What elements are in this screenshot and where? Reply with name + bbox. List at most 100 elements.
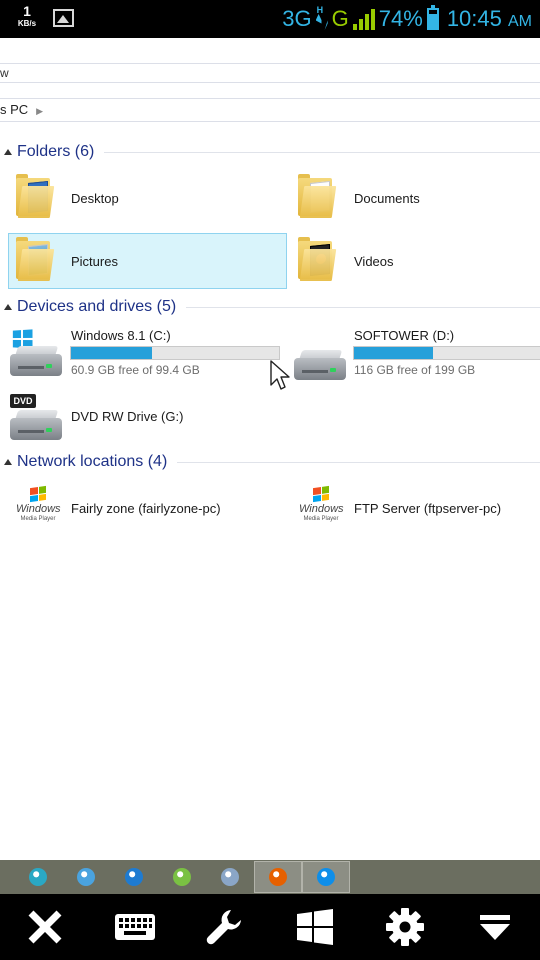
network-sub: H [316,5,324,15]
folder-label: Pictures [71,253,118,269]
wmp-logo-text: Windows [299,503,344,515]
breadcrumb-chevron-icon[interactable]: ▶ [36,106,43,116]
folder-label: Documents [354,190,420,206]
collapse-arrow-icon[interactable] [4,149,12,155]
compass-icon [221,868,239,886]
network-label: Fairly zone (fairlyzone-pc) [71,500,221,516]
windows-logo-icon [297,909,333,945]
drive-item-g[interactable]: DVD DVD RW Drive (G:) [8,388,286,444]
wmp-logo-sub: Media Player [303,516,339,522]
network-alt: G [331,6,349,31]
taskbar-firefox[interactable] [254,861,302,893]
folder-item-pictures[interactable]: Pictures [8,233,287,289]
taskbar-teamviewer[interactable] [302,861,350,893]
teamviewer-icon [317,868,335,886]
collapse-arrow-icon[interactable] [4,304,12,310]
folder-item-videos[interactable]: Videos [290,233,540,289]
wrench-icon [206,910,241,945]
address-bar[interactable]: s PC ▶ [0,98,540,122]
firefox-icon [269,868,287,886]
file-explorer-window: w s PC ▶ Folders (6) Desktop Documents Pi… [0,38,540,860]
taskbar-ie[interactable] [110,861,158,893]
windows-media-player-icon: Windows Media Player [299,485,344,529]
ie-browser-icon [125,868,143,886]
network-group-title[interactable]: Network locations (4) [17,453,167,471]
taskbar-arduino[interactable] [14,861,62,893]
drive-label: Windows 8.1 (C:) [71,328,171,343]
network-speed: 1 KB/s [14,4,40,28]
folder-item-documents[interactable]: Documents [290,170,540,226]
battery-icon [426,5,439,30]
drive-item-c[interactable]: Windows 8.1 (C:) 60.9 GB free of 99.4 GB [8,322,286,384]
folder-pictures-icon [14,237,55,283]
folder-documents-icon [296,174,337,220]
windows-media-player-icon: Windows Media Player [16,485,61,529]
utorrent-icon [173,868,191,886]
group-divider [177,461,540,463]
mouse-pointer-icon [270,360,290,390]
group-divider [104,151,540,153]
network-type: 3G [282,6,312,31]
drive-usage-bar [70,346,280,360]
folder-videos-icon [296,237,337,283]
speed-value: 1 [23,3,31,19]
collapse-arrow-icon[interactable] [4,459,12,465]
settings-button[interactable] [375,897,435,957]
folders-group-title[interactable]: Folders (6) [17,143,94,161]
keyboard-button[interactable] [105,897,165,957]
drive-usage-fill [71,347,153,359]
windows-start-button[interactable] [285,897,345,957]
keyboard-icon [115,914,155,940]
devices-group-title[interactable]: Devices and drives (5) [17,298,176,316]
ribbon-bar[interactable]: w [0,63,540,83]
collapse-triangle-icon [480,915,510,940]
folder-label: Videos [354,253,394,269]
arduino-icon [29,868,47,886]
drive-label: SOFTOWER (D:) [354,328,455,343]
drive-free-text: 116 GB free of 199 GB [354,363,476,377]
android-status-bar: 1 KB/s 3G H G 74% 10:45 AM [0,0,540,38]
wmp-logo-text: Windows [16,503,61,515]
drive-label: DVD RW Drive (G:) [71,408,184,424]
gallery-notification-icon [53,9,74,27]
folders-group-header[interactable]: Folders (6) [0,142,540,162]
close-icon [28,910,62,944]
folder-label: Desktop [71,190,119,206]
clock-time: 10:45 [446,6,502,31]
address-location[interactable]: s PC [0,102,28,117]
settings-gear-icon [386,908,424,946]
devices-group-header[interactable]: Devices and drives (5) [0,297,540,317]
taskbar-utorrent[interactable] [158,861,206,893]
clock-ampm: AM [508,13,532,30]
battery-percent: 74% [378,6,423,31]
taskbar-network[interactable] [62,861,110,893]
dvd-badge: DVD [10,394,36,408]
drive-usage-fill [354,347,433,359]
folder-desktop-icon [14,174,55,220]
taskbar-compass[interactable] [206,861,254,893]
clock: 10:45 AM [447,8,532,30]
network-item-fairlyzone[interactable]: Windows Media Player Fairly zone (fairly… [8,480,286,536]
group-divider [186,306,540,308]
windows-drive-icon [10,329,62,378]
drive-usage-bar [353,346,540,360]
hard-drive-icon [294,334,346,382]
remote-control-toolbar [0,894,540,960]
folder-item-desktop[interactable]: Desktop [8,170,286,226]
status-icons: 3G H G 74% 10:45 AM [282,0,532,38]
ribbon-partial-label[interactable]: w [0,66,9,80]
tools-button[interactable] [195,897,255,957]
close-button[interactable] [15,897,75,957]
network-item-ftpserver[interactable]: Windows Media Player FTP Server (ftpserv… [290,480,540,536]
network-globe-icon [77,868,95,886]
wmp-logo-sub: Media Player [20,516,56,522]
network-label: FTP Server (ftpserver-pc) [354,500,502,516]
speed-unit: KB/s [17,19,37,28]
windows-taskbar [0,860,540,894]
collapse-toolbar-button[interactable] [465,897,525,957]
dvd-drive-icon: DVD [10,394,62,442]
drive-item-d[interactable]: SOFTOWER (D:) 116 GB free of 199 GB [290,322,540,384]
network-group-header[interactable]: Network locations (4) [0,452,540,472]
drive-free-text: 60.9 GB free of 99.4 GB [71,363,200,377]
signal-strength-icon [352,8,375,30]
